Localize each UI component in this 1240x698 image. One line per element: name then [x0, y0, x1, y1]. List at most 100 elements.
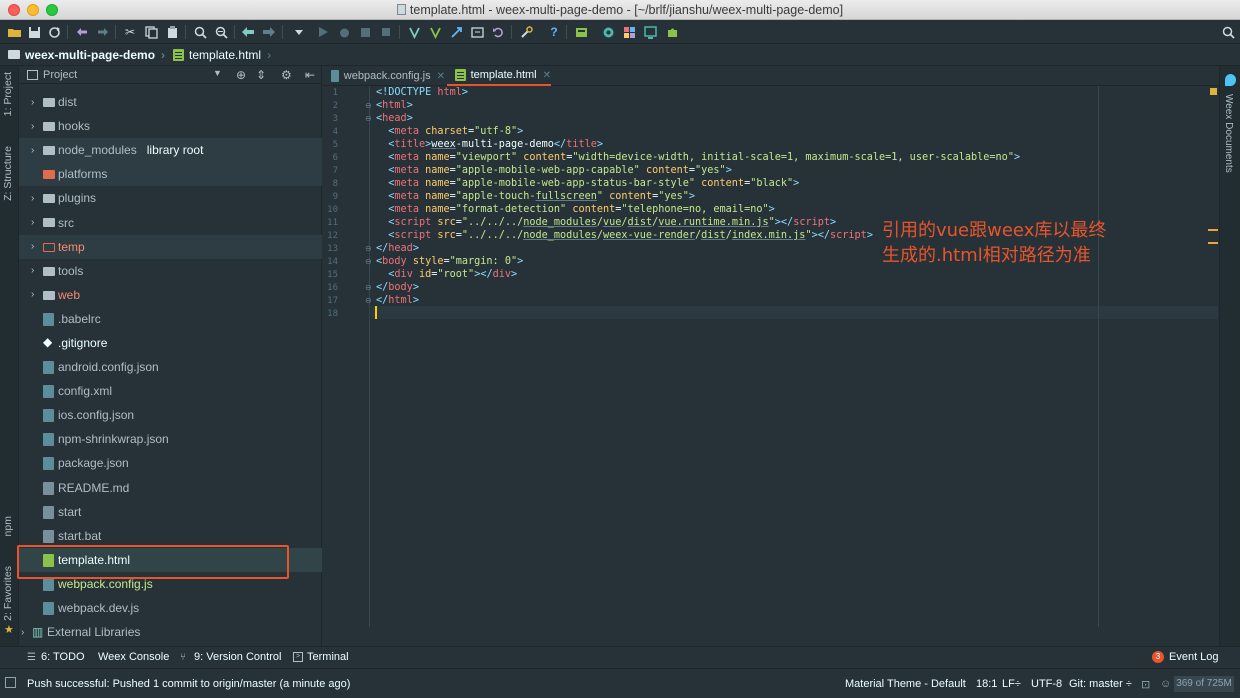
tree-item-tools[interactable]: › tools [19, 259, 322, 283]
project-tool-tab[interactable]: 1: Project [2, 72, 14, 116]
fold-marker-icon[interactable]: ⊖ [365, 258, 373, 266]
inspection-status-icon[interactable] [1210, 88, 1217, 95]
close-icon[interactable]: ✕ [543, 70, 551, 81]
chevron-down-icon[interactable]: ▼ [213, 68, 222, 78]
fold-marker-icon[interactable]: ⊖ [365, 245, 373, 253]
tree-item-hooks[interactable]: › hooks [19, 114, 322, 138]
toggle-tool-windows-icon[interactable] [5, 677, 16, 688]
version-control-button[interactable]: ⑂ 9: Version Control [180, 651, 281, 663]
tree-item-plugins[interactable]: › plugins [19, 186, 322, 210]
tree-item-dist[interactable]: › dist [19, 90, 322, 114]
replace-icon[interactable] [213, 24, 229, 40]
tree-item-node-modules[interactable]: › node_modules library root [19, 138, 322, 163]
fold-marker-icon[interactable]: ⊖ [365, 102, 373, 110]
tree-item-package-json[interactable]: package.json [19, 451, 322, 475]
error-stripe[interactable] [1208, 86, 1218, 627]
line-separator[interactable]: LF÷ [1002, 678, 1021, 690]
favorites-tool-tab[interactable]: 2: Favorites [2, 566, 14, 621]
help-icon[interactable]: ? [546, 24, 562, 40]
tree-item-android-config[interactable]: android.config.json [19, 355, 322, 379]
tree-item-gitignore[interactable]: ◆ .gitignore [19, 331, 322, 355]
tree-item-platforms[interactable]: platforms [19, 162, 322, 187]
warning-marker[interactable] [1208, 242, 1218, 244]
lock-icon[interactable]: ⊡ [1141, 678, 1150, 691]
tree-item-webpack-config[interactable]: webpack.config.js [19, 572, 322, 596]
tab-webpack-config[interactable]: webpack.config.js ✕ [323, 66, 445, 86]
run-config-dropdown[interactable] [288, 24, 310, 40]
copy-icon[interactable] [143, 24, 159, 40]
settings-wrench-icon[interactable] [518, 24, 534, 40]
tree-item-npm-shrinkwrap[interactable]: npm-shrinkwrap.json [19, 427, 322, 451]
weex-documents-tab[interactable]: Weex Documents [1223, 94, 1234, 173]
vcs-revert-icon[interactable] [490, 24, 506, 40]
todo-tool-button[interactable]: ☰ 6: TODO [27, 651, 85, 663]
weex-preview-icon[interactable] [600, 24, 616, 40]
gear-icon[interactable]: ⚙ [281, 68, 292, 82]
fold-marker-icon[interactable]: ⊖ [365, 115, 373, 123]
tree-item-temp[interactable]: › temp [19, 234, 322, 259]
tree-item-babelrc[interactable]: .babelrc [19, 307, 322, 331]
redo-icon[interactable] [95, 24, 111, 40]
tree-item-src[interactable]: › src [19, 210, 322, 234]
terminal-tool-icon[interactable] [573, 24, 589, 40]
plugin-grid-icon[interactable] [621, 24, 637, 40]
search-everywhere-icon[interactable] [1220, 24, 1236, 40]
fold-marker-icon[interactable]: ⊖ [365, 297, 373, 305]
inspector-icon[interactable]: ☺ [1160, 678, 1171, 690]
weex-console-button[interactable]: Weex Console [98, 651, 169, 663]
undo-icon[interactable] [74, 24, 90, 40]
tree-item-template-html[interactable]: template.html [19, 547, 322, 572]
json-file-icon [43, 433, 54, 447]
cut-icon[interactable]: ✂ [122, 24, 138, 40]
fold-marker-icon[interactable]: ⊖ [365, 284, 373, 292]
stop-icon[interactable] [378, 24, 394, 40]
find-icon[interactable] [192, 24, 208, 40]
tab-template-html[interactable]: template.html ✕ [447, 66, 551, 86]
npm-tool-tab[interactable]: npm [2, 516, 14, 536]
tree-item-readme[interactable]: README.md [19, 476, 322, 500]
tree-item-webpack-dev[interactable]: webpack.dev.js [19, 596, 322, 620]
tree-item-config-xml[interactable]: config.xml [19, 379, 322, 403]
breadcrumb-project[interactable]: weex-multi-page-demo › [8, 48, 169, 62]
device-preview-icon[interactable] [642, 24, 658, 40]
memory-indicator[interactable]: 369 of 725M [1174, 676, 1234, 692]
sync-icon[interactable] [46, 24, 62, 40]
terminal-button[interactable]: > Terminal [293, 651, 349, 663]
xml-file-icon [43, 385, 54, 399]
hide-panel-icon[interactable]: ⇤ [305, 68, 315, 82]
run-icon[interactable] [315, 24, 331, 40]
vcs-history-icon[interactable] [469, 24, 485, 40]
file-encoding[interactable]: UTF-8 [1031, 678, 1062, 690]
vcs-branch[interactable]: Git: master ÷ [1069, 678, 1132, 690]
theme-indicator[interactable]: Material Theme - Default [845, 678, 966, 690]
save-icon[interactable] [26, 24, 42, 40]
puzzle-plugin-icon[interactable] [664, 24, 680, 40]
warning-marker[interactable] [1208, 229, 1218, 231]
vcs-commit-icon[interactable] [427, 24, 443, 40]
close-icon[interactable]: ✕ [437, 71, 445, 82]
tree-item-web[interactable]: › web [19, 283, 322, 307]
back-icon[interactable] [240, 24, 256, 40]
collapse-all-icon[interactable]: ⇕ [256, 68, 266, 82]
locate-file-icon[interactable]: ⊕ [236, 68, 246, 82]
tree-item-start[interactable]: start [19, 500, 322, 524]
vcs-push-icon[interactable] [448, 24, 464, 40]
project-view-selector[interactable]: Project [43, 69, 77, 81]
vcs-update-icon[interactable] [406, 24, 422, 40]
paste-icon[interactable] [164, 24, 180, 40]
open-folder-icon[interactable] [6, 24, 22, 40]
tree-item-label: README.md [58, 480, 130, 495]
structure-tool-tab[interactable]: Z: Structure [2, 146, 14, 201]
debug-icon[interactable] [336, 24, 352, 40]
forward-icon[interactable] [261, 24, 277, 40]
breadcrumb-file[interactable]: template.html › [173, 48, 275, 62]
tree-item-external-libraries[interactable]: › ▥ External Libraries [19, 620, 322, 644]
cursor-position[interactable]: 18:1 [976, 678, 997, 690]
coverage-icon[interactable] [357, 24, 373, 40]
main-toolbar: ✂ ? [0, 20, 1240, 44]
tree-item-ios-config[interactable]: ios.config.json [19, 403, 322, 427]
event-log-button[interactable]: 3 Event Log [1152, 651, 1219, 663]
tree-item-start-bat[interactable]: start.bat [19, 524, 322, 548]
status-message[interactable]: Push successful: Pushed 1 commit to orig… [27, 678, 350, 690]
code-editor[interactable]: 1 2 3 4 5 6 7 8 9 10 11 12 13 14 15 16 17 18 <!DOCTYPE ht… [323, 86, 1218, 627]
